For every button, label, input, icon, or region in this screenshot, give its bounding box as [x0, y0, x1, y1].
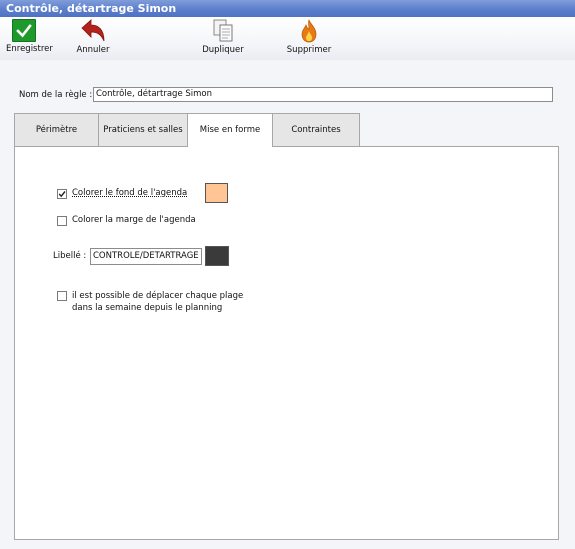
libelle-input[interactable]: CONTROLE/DETARTRAGE	[90, 248, 202, 265]
toolbar: Enregistrer Annuler Dupliquer Supprimer	[0, 17, 575, 60]
tab-contraintes[interactable]: Contraintes	[272, 113, 360, 146]
allow-move-label-line1: il est possible de déplacer chaque plage	[72, 291, 244, 301]
undo-arrow-icon	[81, 19, 105, 42]
cancel-button[interactable]: Annuler	[74, 19, 112, 55]
copy-documents-icon	[213, 19, 233, 42]
allow-move-checkbox[interactable]	[57, 291, 67, 301]
tab-content	[14, 146, 559, 540]
duplicate-button[interactable]: Dupliquer	[201, 19, 245, 55]
checkmark-icon	[12, 19, 36, 42]
tab-mise-en-forme[interactable]: Mise en forme	[187, 113, 273, 147]
checkmark-icon	[58, 191, 66, 198]
delete-button[interactable]: Supprimer	[286, 19, 332, 55]
rule-name-input[interactable]: Contrôle, détartrage Simon	[93, 87, 553, 102]
delete-label: Supprimer	[286, 45, 332, 55]
color-background-checkbox[interactable]	[57, 189, 67, 199]
rule-name-label: Nom de la règle :	[19, 90, 93, 100]
tab-praticiens-salles[interactable]: Praticiens et salles	[98, 113, 188, 146]
cancel-label: Annuler	[76, 45, 110, 55]
window-title: Contrôle, détartrage Simon	[0, 0, 575, 17]
duplicate-label: Dupliquer	[202, 45, 244, 55]
color-background-label: Colorer le fond de l'agenda	[72, 188, 188, 198]
flame-icon	[301, 19, 317, 43]
libelle-label: Libellé :	[53, 251, 87, 261]
save-label: Enregistrer	[6, 44, 53, 54]
libelle-color-swatch[interactable]	[205, 246, 229, 266]
tab-perimetre[interactable]: Périmètre	[14, 113, 99, 146]
color-margin-label: Colorer la marge de l'agenda	[72, 215, 196, 225]
background-color-swatch[interactable]	[205, 183, 228, 203]
allow-move-label-line2: dans la semaine depuis le planning	[72, 303, 223, 313]
color-margin-checkbox[interactable]	[57, 216, 67, 226]
save-button[interactable]: Enregistrer	[6, 19, 53, 54]
